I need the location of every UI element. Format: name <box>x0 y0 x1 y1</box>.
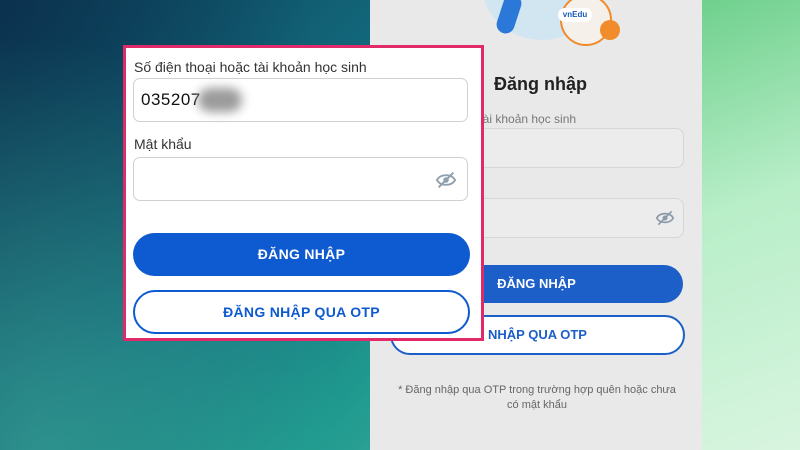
otp-note: * Đăng nhập qua OTP trong trường hợp quê… <box>398 384 676 411</box>
otp-login-button[interactable]: ĐĂNG NHẬP QUA OTP <box>133 290 470 334</box>
login-button[interactable]: ĐĂNG NHẬP <box>133 233 470 276</box>
account-value: 035207 <box>141 90 201 109</box>
password-label: Mật khẩu <box>134 136 192 152</box>
logo-badge: vnEdu <box>558 8 592 22</box>
highlighted-login-form: Số điện thoại hoặc tài khoản học sinh 03… <box>123 45 484 341</box>
account-label-partial: c tài khoản học sinh <box>470 112 577 126</box>
background-right-panel <box>700 0 800 450</box>
eye-slash-icon[interactable] <box>655 209 675 227</box>
account-label: Số điện thoại hoặc tài khoản học sinh <box>134 59 367 75</box>
eye-slash-icon[interactable] <box>435 170 457 190</box>
password-input[interactable] <box>133 157 468 201</box>
page-title: Đăng nhập <box>494 74 587 94</box>
mascot-arm <box>600 20 620 40</box>
redacted-blur <box>198 88 242 112</box>
account-input[interactable]: 035207 <box>133 78 468 122</box>
